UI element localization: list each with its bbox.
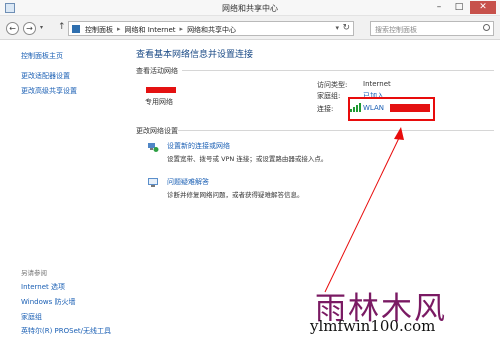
watermark-url: ylmfwin100.com: [310, 317, 436, 335]
